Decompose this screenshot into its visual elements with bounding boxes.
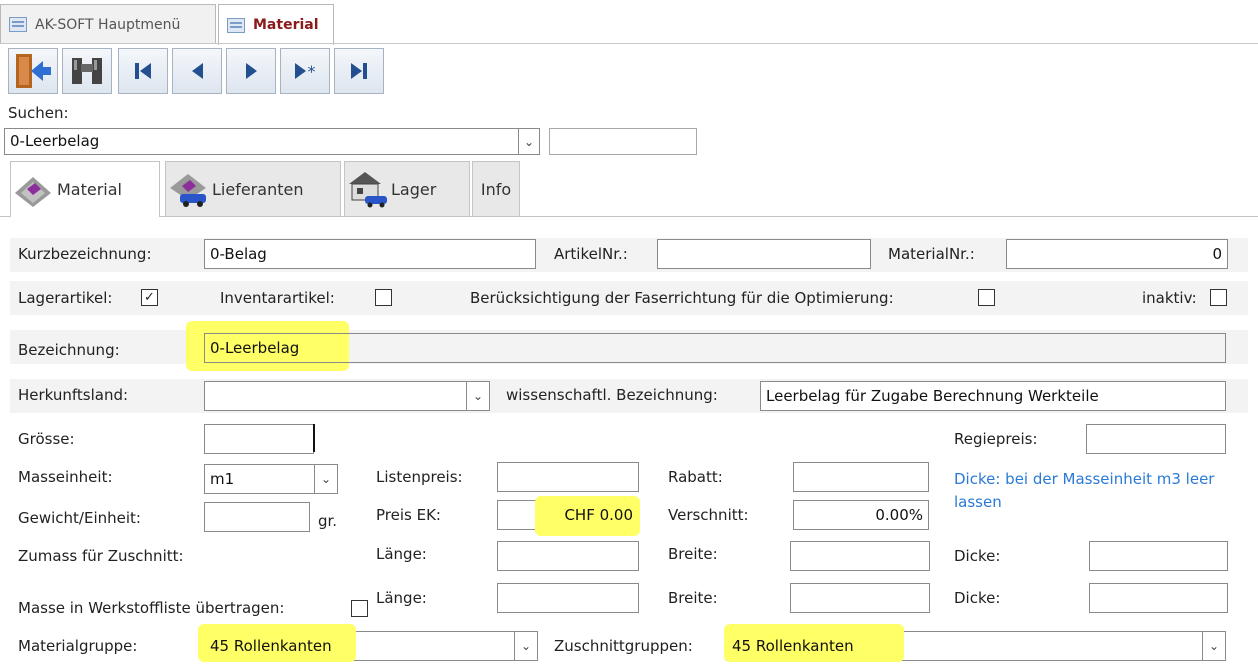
dicke-field[interactable] — [1089, 541, 1228, 571]
wissenschaftl-field[interactable]: Leerbelag für Zugabe Berechnung Werkteil… — [760, 381, 1226, 411]
breite-label: Breite: — [668, 545, 718, 563]
next-record-icon — [245, 63, 257, 79]
verschnitt-field[interactable]: 0.00% — [793, 500, 929, 530]
tab-label: Info — [480, 179, 512, 199]
find-button[interactable] — [62, 48, 112, 94]
gewicht-field[interactable] — [204, 502, 310, 532]
first-record-icon — [135, 63, 151, 79]
materialgruppe-combobox[interactable]: 45 Rollenkanten — [204, 631, 514, 661]
tab-label: Lieferanten — [212, 179, 304, 199]
artikelnr-label: ArtikelNr.: — [554, 245, 628, 263]
preis-ek-label: Preis EK: — [376, 506, 441, 524]
wissenschaftl-label: wissenschaftl. Bezeichnung: — [506, 386, 718, 404]
listenpreis-label: Listenpreis: — [376, 468, 463, 486]
inventarartikel-label: Inventarartikel: — [220, 289, 335, 307]
verschnitt-label: Verschnitt: — [668, 506, 749, 524]
tab-info[interactable]: Info — [472, 161, 520, 216]
zumass-label: Zumass für Zuschnitt: — [18, 547, 184, 565]
laenge-field[interactable] — [497, 541, 639, 571]
masse-werkstoff-checkbox[interactable] — [351, 600, 368, 617]
tab-material-form[interactable]: Material — [10, 161, 160, 217]
search-label: Suchen: — [8, 104, 69, 122]
breite-field-2[interactable] — [790, 583, 930, 613]
tab-label: Material — [253, 17, 319, 33]
masseinheit-hint: Dicke: bei der Masseinheit m3 leer lasse… — [954, 470, 1215, 511]
bezeichnung-field[interactable]: 0-Leerbelag — [204, 333, 1226, 363]
document-tab-bar: AK-SOFT Hauptmenü Material — [0, 0, 1258, 45]
form-icon — [227, 17, 245, 33]
supplier-icon — [170, 174, 206, 207]
warehouse-icon — [349, 172, 387, 208]
regiepreis-label: Regiepreis: — [954, 430, 1038, 448]
groesse-field[interactable] — [204, 424, 314, 454]
laenge-field-2[interactable] — [497, 583, 639, 613]
masseinheit-label: Masseinheit: — [18, 468, 113, 486]
zuschnittgruppen-combobox[interactable]: 45 Rollenkanten — [726, 631, 1200, 661]
tab-label: Material — [57, 180, 122, 199]
chevron-down-icon[interactable]: ⌄ — [466, 381, 490, 411]
herkunftsland-combobox[interactable] — [204, 381, 490, 411]
tab-lager[interactable]: Lager — [344, 161, 470, 216]
tab-divider — [0, 216, 1258, 217]
kurzbezeichnung-label: Kurzbezeichnung: — [18, 245, 152, 263]
form-icon — [9, 17, 27, 32]
groesse-label: Grösse: — [18, 430, 75, 448]
tab-material[interactable]: Material — [218, 4, 334, 45]
tab-hauptmenue[interactable]: AK-SOFT Hauptmenü — [0, 4, 216, 44]
masse-werkstoff-label: Masse in Werkstoffliste übertragen: — [18, 599, 285, 617]
faserrichtung-checkbox[interactable] — [978, 289, 995, 306]
material-icon — [15, 176, 51, 207]
regiepreis-field[interactable] — [1086, 424, 1226, 454]
zuschnittgruppen-label: Zuschnittgruppen: — [554, 637, 693, 655]
faserrichtung-label: Berücksichtigung der Faserrichtung für d… — [470, 289, 894, 307]
search-combobox[interactable]: 0-Leerbelag — [4, 128, 520, 155]
lagerartikel-checkbox[interactable]: ✓ — [141, 289, 158, 306]
new-record-button[interactable]: * — [280, 48, 330, 94]
inaktiv-label: inaktiv: — [1142, 289, 1197, 307]
gewicht-unit: gr. — [318, 512, 338, 530]
dicke-field-2[interactable] — [1089, 583, 1228, 613]
rabatt-label: Rabatt: — [668, 468, 723, 486]
previous-record-icon — [191, 63, 203, 79]
breite-field[interactable] — [790, 541, 930, 571]
bezeichnung-label: Bezeichnung: — [18, 341, 120, 359]
tab-label: Lager — [391, 179, 437, 199]
listenpreis-field[interactable] — [497, 462, 639, 492]
rabatt-field[interactable] — [793, 462, 929, 492]
dicke-label-2: Dicke: — [954, 589, 1001, 607]
chevron-down-icon[interactable]: ⌄ — [514, 631, 538, 661]
artikelnr-field[interactable] — [657, 239, 871, 269]
gewicht-label: Gewicht/Einheit: — [18, 509, 141, 527]
lagerartikel-label: Lagerartikel: — [18, 289, 113, 307]
chevron-down-icon[interactable]: ⌄ — [518, 128, 540, 155]
materialnr-label: MaterialNr.: — [888, 245, 975, 263]
materialnr-field[interactable]: 0 — [1006, 239, 1228, 269]
tab-lieferanten[interactable]: Lieferanten — [165, 161, 341, 216]
laenge-label-2: Länge: — [376, 589, 427, 607]
chevron-down-icon[interactable]: ⌄ — [314, 464, 338, 494]
breite-label-2: Breite: — [668, 589, 718, 607]
next-record-button[interactable] — [226, 48, 276, 94]
last-record-icon — [351, 63, 367, 79]
inaktiv-checkbox[interactable] — [1210, 289, 1227, 306]
dicke-label: Dicke: — [954, 547, 1001, 565]
inventarartikel-checkbox[interactable] — [375, 289, 392, 306]
text-cursor — [313, 424, 315, 452]
laenge-label: Länge: — [376, 545, 427, 563]
last-record-button[interactable] — [334, 48, 384, 94]
kurzbezeichnung-field[interactable]: 0-Belag — [204, 239, 536, 269]
first-record-button[interactable] — [118, 48, 168, 94]
previous-record-button[interactable] — [172, 48, 222, 94]
search-extra-field[interactable] — [549, 128, 697, 155]
exit-button[interactable] — [8, 48, 58, 94]
herkunftsland-label: Herkunftsland: — [18, 386, 129, 404]
preis-ek-field[interactable]: CHF 0.00 — [497, 500, 639, 530]
exit-icon — [16, 54, 51, 88]
materialgruppe-label: Materialgruppe: — [18, 637, 138, 655]
chevron-down-icon[interactable]: ⌄ — [1202, 631, 1226, 661]
tab-label: AK-SOFT Hauptmenü — [35, 16, 181, 33]
new-record-icon: * — [294, 62, 316, 81]
binoculars-icon — [72, 58, 102, 84]
